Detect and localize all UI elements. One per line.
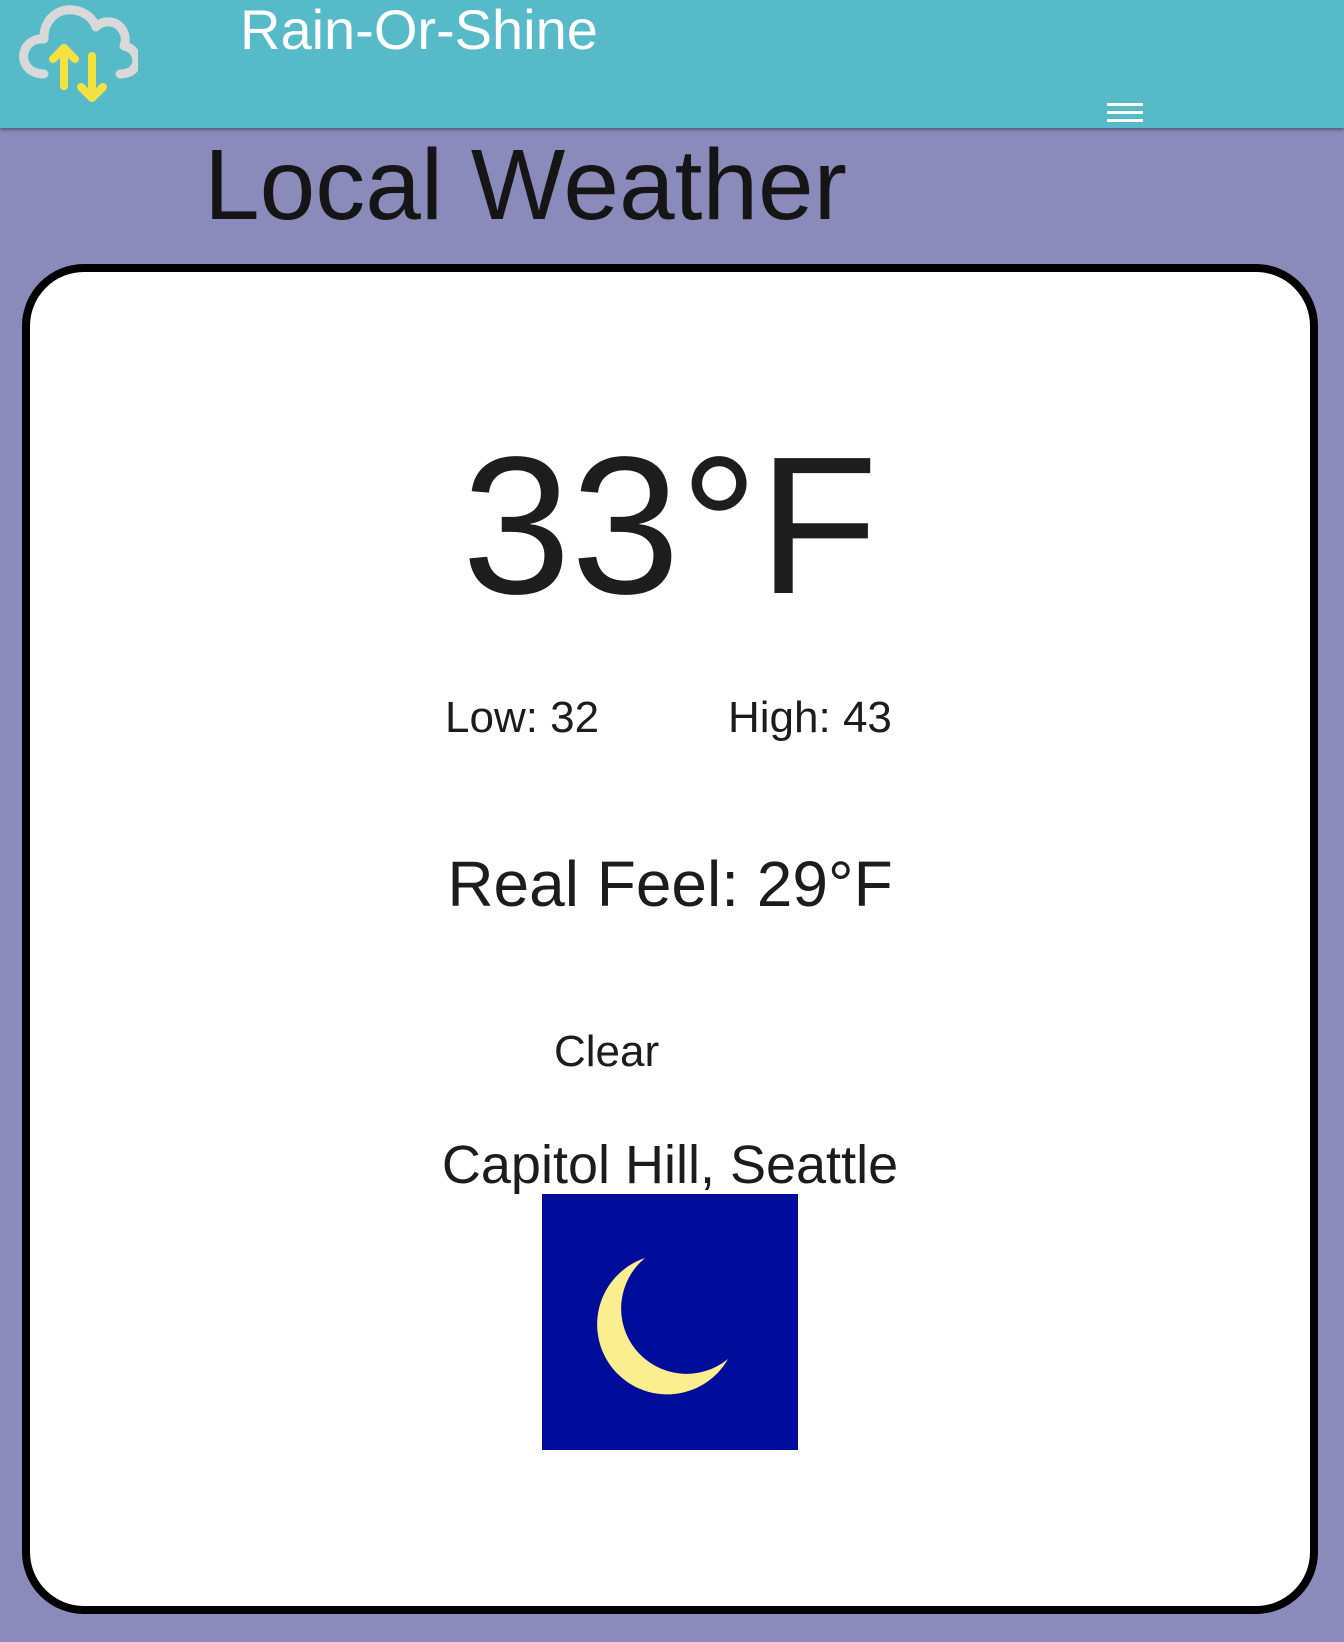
cloud-sync-icon[interactable] xyxy=(18,0,138,105)
weather-condition: Clear xyxy=(554,1027,660,1076)
app-title: Rain-Or-Shine xyxy=(240,0,598,61)
menu-line xyxy=(1107,111,1143,114)
low-temperature: Low: 32 xyxy=(445,693,600,742)
page-title: Local Weather xyxy=(204,129,847,241)
menu-line xyxy=(1107,103,1143,106)
high-temperature: High: 43 xyxy=(728,693,892,742)
weather-card: 33°F Low: 32 High: 43 Real Feel: 29°F Cl… xyxy=(22,264,1318,1614)
hamburger-menu-icon[interactable] xyxy=(1104,100,1148,128)
location-name: Capitol Hill, Seattle xyxy=(441,1135,899,1195)
temperature-value: 33 xyxy=(461,416,680,635)
app-header: Rain-Or-Shine xyxy=(0,0,1344,128)
crescent-moon-icon xyxy=(542,1194,798,1450)
menu-line xyxy=(1107,119,1143,122)
current-temperature: 33°F xyxy=(30,428,1310,624)
temperature-unit: °F xyxy=(679,416,879,635)
real-feel: Real Feel: 29°F xyxy=(447,848,893,920)
